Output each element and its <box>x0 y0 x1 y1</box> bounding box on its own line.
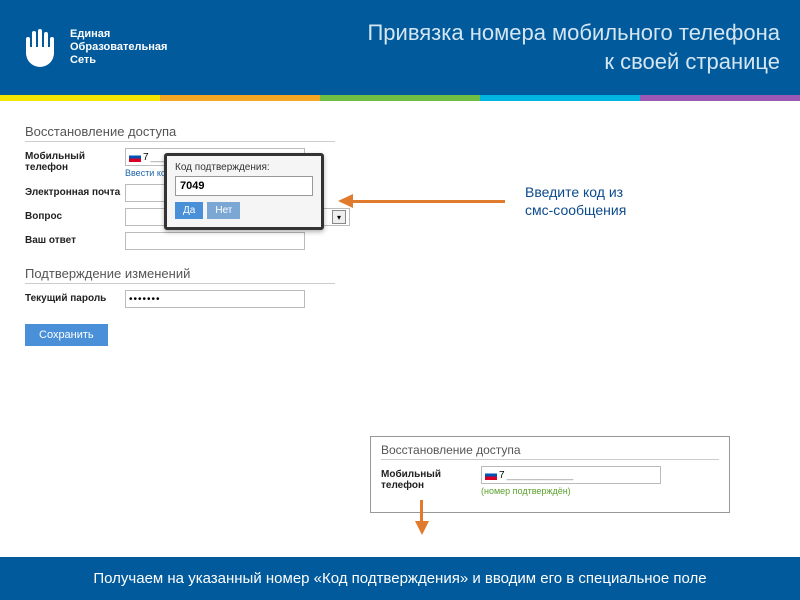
chevron-down-icon: ▾ <box>332 210 346 224</box>
inset-panel: Восстановление доступа Мобильный телефон… <box>370 436 730 513</box>
confirmed-text: (номер подтверждён) <box>481 486 661 496</box>
popup-code-input[interactable] <box>175 176 313 196</box>
label-phone: Мобильный телефон <box>25 148 125 173</box>
flag-ru-icon <box>129 152 141 162</box>
arrow-left-icon <box>350 200 505 203</box>
popup-yes-button[interactable]: Да <box>175 202 203 219</box>
brand-line2: Образовательная <box>70 41 167 54</box>
label-question: Вопрос <box>25 208 125 222</box>
inset-title: Восстановление доступа <box>381 443 719 460</box>
input-answer[interactable] <box>125 232 305 250</box>
row-answer: Ваш ответ <box>25 232 775 250</box>
annot-line2: смс-сообщения <box>525 201 695 219</box>
section-access-title: Восстановление доступа <box>25 124 335 142</box>
flag-ru-icon <box>485 470 497 480</box>
code-popup: Код подтверждения: Да Нет <box>164 153 324 230</box>
arrow-down-icon <box>415 521 429 535</box>
inset-input-phone[interactable]: 7 ____________ <box>481 466 661 484</box>
header: Единая Образовательная Сеть Привязка ном… <box>0 0 800 95</box>
content: Восстановление доступа Мобильный телефон… <box>0 101 800 346</box>
popup-no-button[interactable]: Нет <box>207 202 240 219</box>
label-answer: Ваш ответ <box>25 232 125 246</box>
section-confirm-title: Подтверждение изменений <box>25 266 335 284</box>
popup-label: Код подтверждения: <box>175 162 313 173</box>
brand-line3: Сеть <box>70 54 167 67</box>
logo: Единая Образовательная Сеть <box>20 27 167 69</box>
inset-label-phone: Мобильный телефон <box>381 466 481 491</box>
annot-line1: Введите код из <box>525 183 695 201</box>
label-email: Электронная почта <box>25 184 125 198</box>
label-password: Текущий пароль <box>25 290 125 304</box>
row-phone: Мобильный телефон 7 ____________ Ввести … <box>25 148 775 178</box>
brand-line1: Единая <box>70 28 167 41</box>
row-password: Текущий пароль ••••••• <box>25 290 775 308</box>
input-password[interactable]: ••••••• <box>125 290 305 308</box>
footer-text: Получаем на указанный номер «Код подтвер… <box>0 557 800 600</box>
arrow-annotation: Введите код из смс-сообщения <box>350 183 695 219</box>
page-title: Привязка номера мобильного телефона к св… <box>367 19 780 76</box>
save-button[interactable]: Сохранить <box>25 324 108 346</box>
hand-logo-icon <box>20 27 60 69</box>
